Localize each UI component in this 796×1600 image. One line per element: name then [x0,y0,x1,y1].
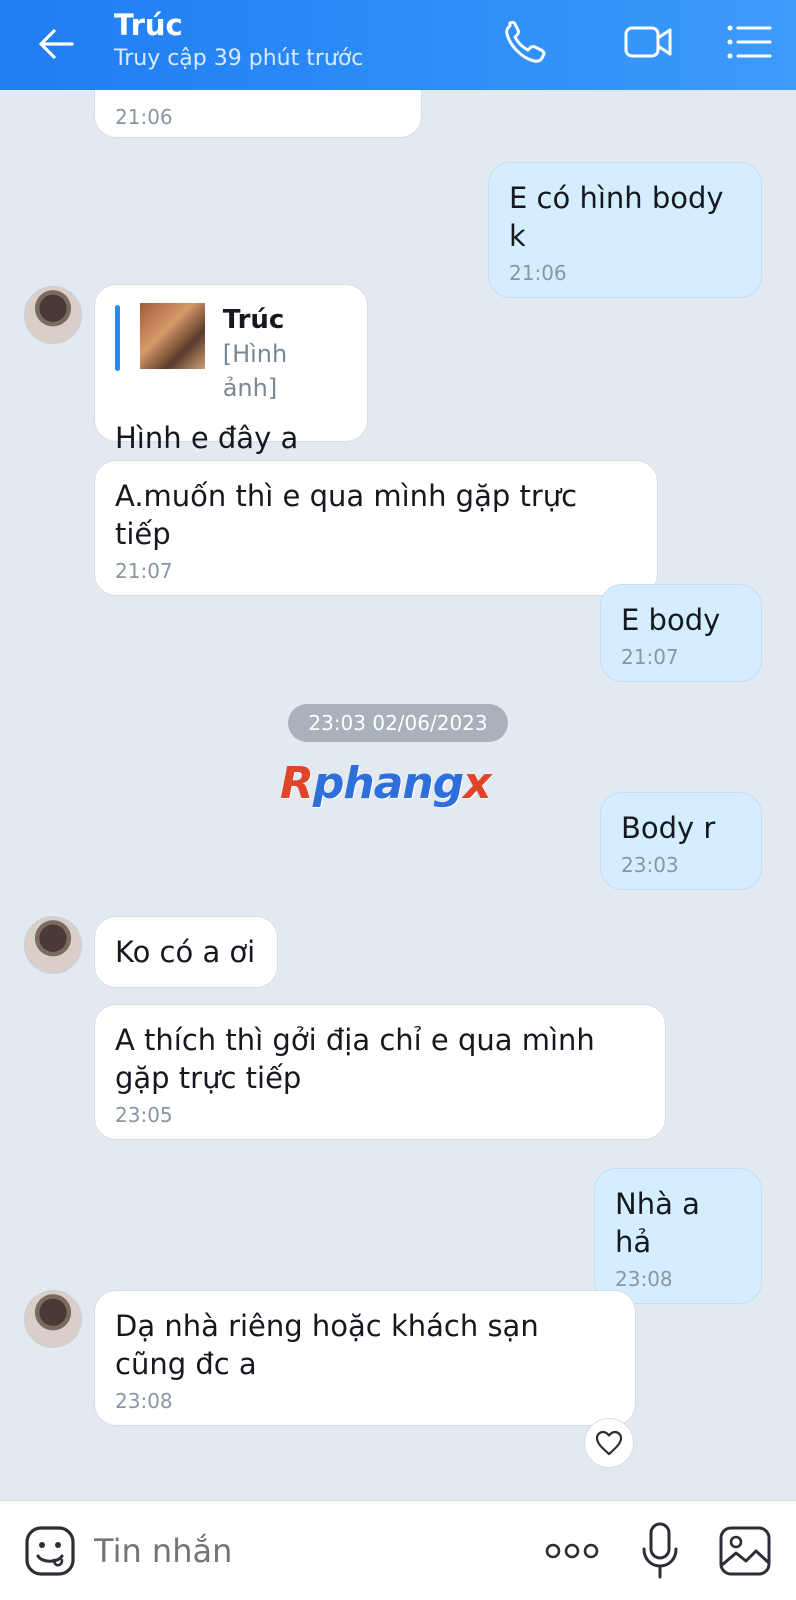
message-text: Nhà a hả [615,1187,700,1259]
message-time: 21:06 [115,105,173,129]
message-bubble-incoming[interactable]: A.muốn thì e qua mình gặp trực tiếp 21:0… [94,460,658,596]
image-gallery-icon[interactable] [718,1525,772,1577]
message-text: Dạ nhà riêng hoặc khách sạn cũng đc a [115,1309,539,1381]
quote-bar [115,305,120,371]
contact-name[interactable]: Trúc [114,8,183,42]
sticker-emoji-icon[interactable] [24,1525,76,1577]
list-menu-icon[interactable] [722,18,776,66]
last-seen-status: Truy cập 39 phút trước [114,46,364,71]
message-bubble-outgoing[interactable]: Nhà a hả 23:08 [594,1168,762,1304]
message-time: 23:05 [115,1103,173,1127]
message-bubble-outgoing[interactable]: E có hình body k 21:06 [488,162,762,298]
message-composer [0,1500,796,1600]
avatar[interactable] [24,1290,82,1348]
message-time: 21:07 [115,559,173,583]
reaction-button[interactable] [584,1418,634,1468]
message-time: 21:06 [509,261,567,285]
message-time: 21:07 [621,645,679,669]
date-separator: 23:03 02/06/2023 [288,704,508,742]
chat-header: Trúc Truy cập 39 phút trước [0,0,796,90]
message-bubble-incoming[interactable]: Ko có a ơi [94,916,278,988]
message-text: E body [621,603,721,637]
message-time: 23:08 [115,1389,173,1413]
microphone-icon[interactable] [638,1521,682,1581]
avatar[interactable] [24,916,82,974]
video-camera-icon[interactable] [622,18,676,66]
phone-icon[interactable] [500,18,554,66]
watermark-logo: Rphangx [280,758,492,809]
message-text: E có hình body k [509,181,724,253]
message-bubble-outgoing[interactable]: Body r 23:03 [600,792,762,890]
message-text: Body r [621,811,716,845]
message-list[interactable]: 21:06 E có hình body k 21:06 Trúc [Hình … [0,60,796,1500]
quoted-message[interactable]: Trúc [Hình ảnh] [115,303,347,405]
message-text: Ko có a ơi [115,935,256,969]
message-time: 23:03 [621,853,679,877]
quoted-type: [Hình ảnh] [222,340,288,402]
message-bubble-incoming[interactable]: Dạ nhà riêng hoặc khách sạn cũng đc a 23… [94,1290,636,1426]
heart-icon [595,1430,623,1456]
quoted-image-thumbnail[interactable] [139,303,205,369]
message-time: 23:08 [615,1267,673,1291]
avatar[interactable] [24,286,82,344]
quoted-sender: Trúc [222,305,285,335]
message-bubble-incoming[interactable]: A thích thì gởi địa chỉ e qua mình gặp t… [94,1004,666,1140]
message-input[interactable] [94,1529,514,1573]
message-text: Hình e đây a [115,421,299,455]
message-text: A thích thì gởi địa chỉ e qua mình gặp t… [115,1023,595,1095]
more-dots-icon[interactable] [544,1533,600,1569]
arrow-left-icon[interactable] [34,22,78,66]
message-bubble-reply[interactable]: Trúc [Hình ảnh] Hình e đây a [94,284,368,455]
message-bubble-outgoing[interactable]: E body 21:07 [600,584,762,682]
message-text: A.muốn thì e qua mình gặp trực tiếp [115,479,578,551]
